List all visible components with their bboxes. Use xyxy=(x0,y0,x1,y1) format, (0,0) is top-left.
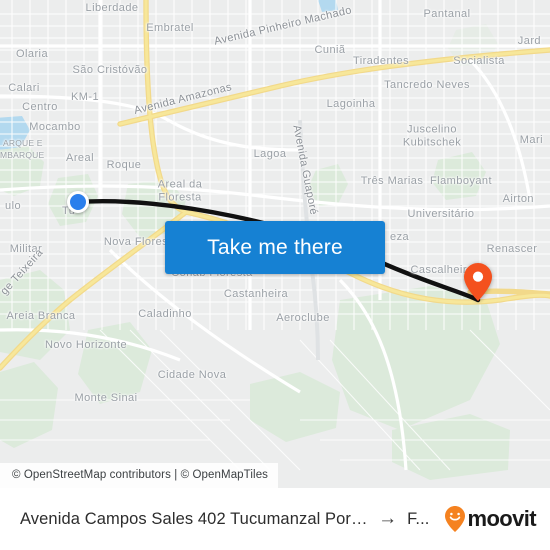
map-attribution[interactable]: © OpenStreetMap contributors | © OpenMap… xyxy=(0,463,279,488)
moovit-logo[interactable]: moovit xyxy=(445,506,537,532)
destination-pin-marker[interactable] xyxy=(464,263,492,301)
moovit-wordmark: moovit xyxy=(467,506,536,531)
footer-origin-address: Avenida Campos Sales 402 Tucumanzal Port… xyxy=(20,509,369,528)
map-canvas[interactable]: Liberdade Embratel Olaria São Cristóvão Cala… xyxy=(0,0,550,488)
moovit-pin-icon xyxy=(445,506,466,532)
trip-footer-bar: Avenida Campos Sales 402 Tucumanzal Port… xyxy=(0,488,550,550)
take-me-there-button[interactable]: Take me there xyxy=(165,221,385,274)
arrow-right-icon: → xyxy=(378,508,398,529)
moovit-map-page: Liberdade Embratel Olaria São Cristóvão Cala… xyxy=(0,0,550,550)
origin-circle-marker[interactable] xyxy=(67,191,89,213)
footer-destination-address: F... xyxy=(407,509,430,528)
map-pin-icon xyxy=(464,263,492,301)
